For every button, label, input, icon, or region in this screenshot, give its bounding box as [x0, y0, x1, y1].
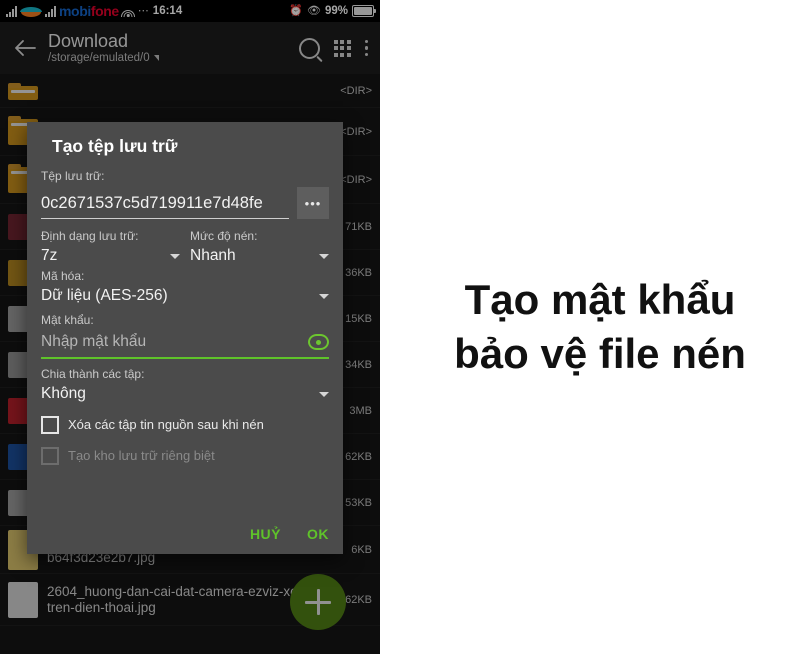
compression-level-select[interactable]: Nhanh	[190, 245, 329, 267]
split-value: Không	[41, 385, 86, 402]
level-value: Nhanh	[190, 247, 236, 264]
caption-line-2: bảo vệ file nén	[454, 330, 746, 377]
separate-archive-row: Tạo kho lưu trữ riêng biệt	[41, 447, 329, 465]
archive-file-label: Tệp lưu trữ:	[41, 169, 105, 183]
dialog-title: Tạo tệp lưu trữ	[52, 136, 178, 156]
format-level-row: Định dạng lưu trữ: 7z Mức độ nén: Nhanh	[41, 227, 329, 267]
caption-panel: Tạo mật khẩu bảo vệ file nén	[400, 0, 800, 654]
delete-source-label: Xóa các tập tin nguồn sau khi nén	[68, 417, 264, 432]
caption-text: Tạo mật khẩu bảo vệ file nén	[454, 273, 746, 381]
caption-line-1: Tạo mật khẩu	[464, 276, 736, 324]
screenshot-root: mobifone ⋯ 16:14 ⏰ 👁 99% Download /stora…	[0, 0, 800, 654]
chevron-down-icon	[319, 391, 329, 397]
password-placeholder: Nhập mật khẩu	[41, 333, 147, 350]
level-group: Mức độ nén: Nhanh	[190, 227, 329, 267]
delete-source-row[interactable]: Xóa các tập tin nguồn sau khi nén	[41, 416, 329, 434]
encryption-label: Mã hóa:	[41, 269, 85, 283]
archive-file-row: 0c2671537c5d719911e7d48fe •••	[41, 187, 329, 219]
browse-button[interactable]: •••	[297, 187, 329, 219]
ok-button[interactable]: OK	[307, 526, 329, 542]
chevron-down-icon	[319, 293, 329, 299]
chevron-down-icon	[170, 253, 180, 259]
phone-screen: mobifone ⋯ 16:14 ⏰ 👁 99% Download /stora…	[0, 0, 380, 654]
chevron-down-icon	[319, 253, 329, 259]
format-value: 7z	[41, 247, 58, 264]
cancel-button[interactable]: HUỶ	[250, 526, 281, 542]
split-select[interactable]: Không	[41, 383, 329, 405]
split-label: Chia thành các tập:	[41, 367, 145, 381]
password-label: Mật khẩu:	[41, 313, 94, 327]
separate-archive-checkbox	[41, 447, 59, 465]
level-label: Mức độ nén:	[190, 229, 258, 243]
format-select[interactable]: 7z	[41, 245, 180, 267]
separate-archive-label: Tạo kho lưu trữ riêng biệt	[68, 448, 215, 463]
password-field[interactable]: Nhập mật khẩu	[41, 331, 329, 359]
format-label: Định dạng lưu trữ:	[41, 229, 139, 243]
show-password-eye-icon[interactable]	[308, 334, 329, 350]
format-group: Định dạng lưu trữ: 7z	[41, 227, 180, 267]
delete-source-checkbox[interactable]	[41, 416, 59, 434]
encryption-value: Dữ liệu (AES-256)	[41, 287, 168, 304]
archive-name-input[interactable]: 0c2671537c5d719911e7d48fe	[41, 192, 289, 219]
create-archive-dialog: Tạo tệp lưu trữ Tệp lưu trữ: 0c2671537c5…	[27, 122, 343, 554]
dialog-actions: HUỶ OK	[250, 526, 329, 542]
encryption-select[interactable]: Dữ liệu (AES-256)	[41, 285, 329, 307]
